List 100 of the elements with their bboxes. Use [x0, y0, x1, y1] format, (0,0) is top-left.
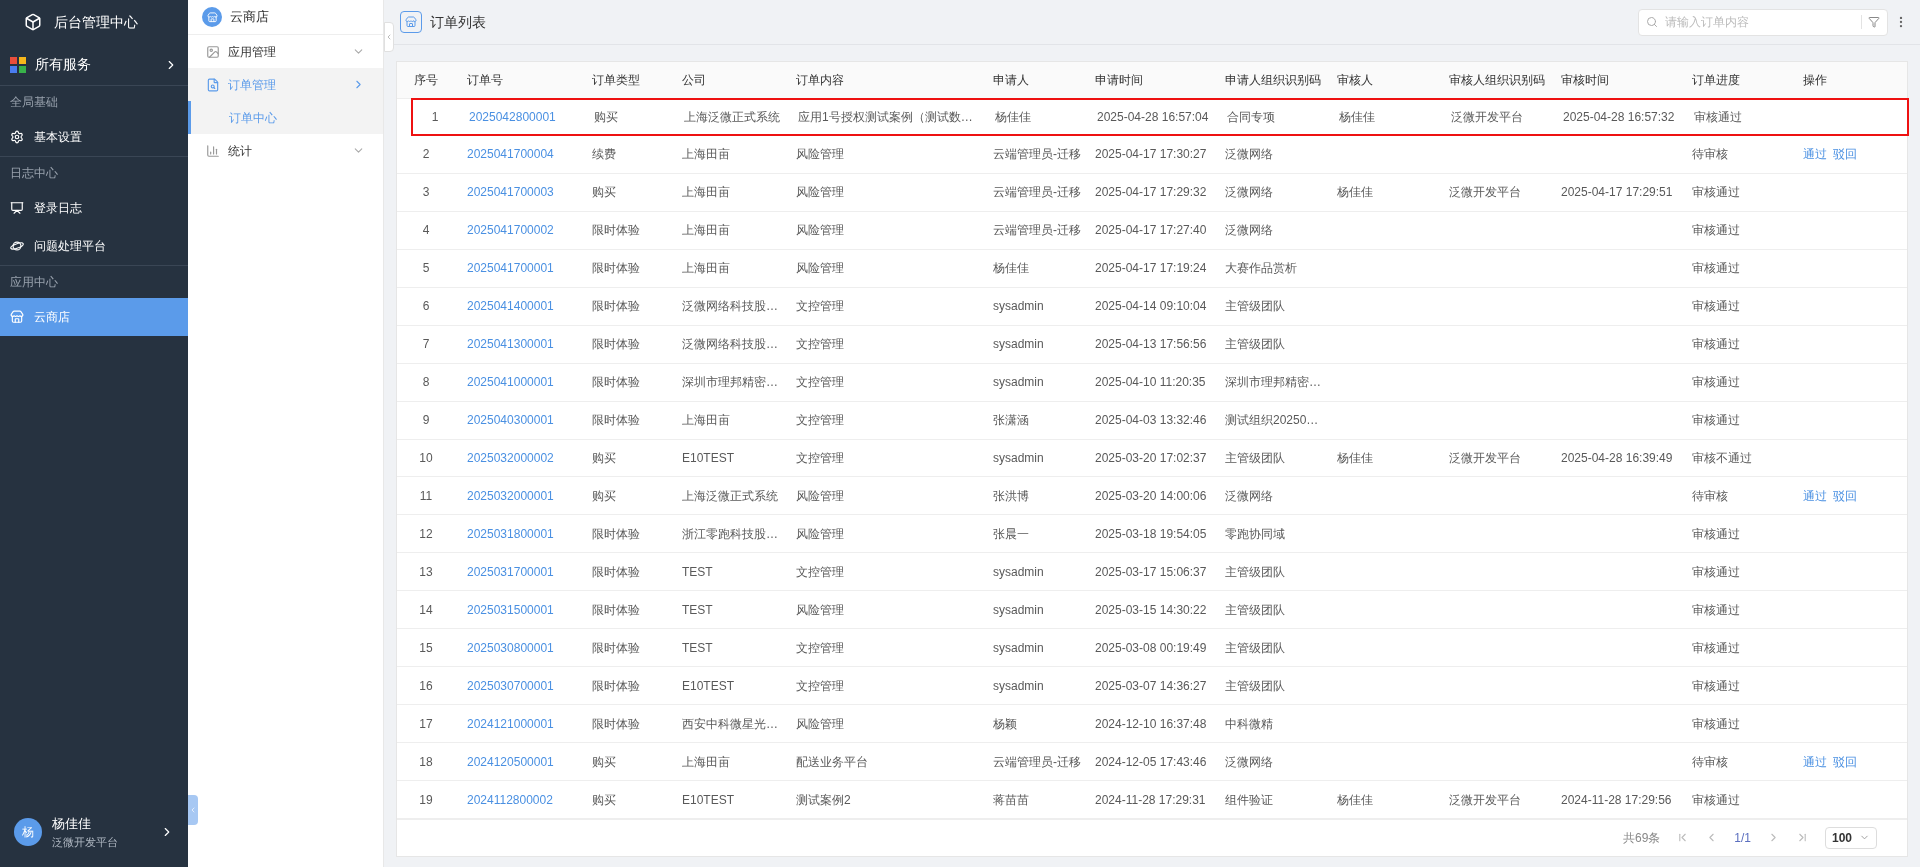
order-link[interactable]: 2025041700001 — [455, 259, 580, 278]
store-icon — [400, 11, 422, 33]
section-label: 日志中心 — [9, 165, 59, 182]
table-cell-text: 待审核 — [1691, 487, 1729, 505]
table-cell-text: 主管级团队 — [1224, 336, 1286, 354]
store-badge-icon — [202, 7, 222, 27]
table-cell-text: TEST — [681, 563, 714, 581]
user-name: 杨佳佳 — [52, 815, 92, 833]
table-cell-text: E10TEST — [681, 791, 736, 809]
table-cell-text: 购买 — [591, 487, 617, 505]
table-cell-text: 6 — [421, 298, 431, 316]
sidebar-item[interactable]: 登录日志 — [0, 189, 188, 227]
planet-icon — [10, 239, 24, 253]
sidebar-item[interactable]: 问题处理平台 — [0, 227, 188, 265]
table-cell-text: 2025-03-15 14:30:22 — [1094, 601, 1208, 619]
table-cell-text: 审核通过 — [1691, 412, 1741, 430]
order-link[interactable]: 2025041000001 — [455, 373, 580, 392]
search-field[interactable]: 请输入订单内容 — [1638, 8, 1888, 36]
page-size-select[interactable]: 100 — [1825, 826, 1877, 849]
table-cell-text: 限时体验 — [591, 563, 641, 581]
order-link[interactable]: 2024121000001 — [455, 714, 580, 733]
table-cell-text: 零跑协同域 — [1224, 525, 1286, 543]
action-link[interactable]: 驳回 — [1833, 486, 1857, 505]
grid-icon — [10, 56, 26, 73]
order-link[interactable]: 2025041400001 — [455, 297, 580, 316]
order-link[interactable]: 2025031800001 — [455, 524, 580, 543]
subnav-item[interactable]: 应用管理 — [188, 35, 383, 68]
order-link[interactable]: 2025041700002 — [455, 221, 580, 240]
table-cell-text: 2025-04-13 17:56:56 — [1094, 336, 1208, 354]
table-cell-text: 上海泛微正式系统 — [683, 108, 781, 126]
table-cell-text: 18 — [418, 753, 434, 771]
table-cell-text: 购买 — [591, 791, 617, 809]
table-cell-text: 审核通过 — [1693, 108, 1743, 126]
table-cell-text: E10TEST — [681, 677, 736, 695]
table-cell-text: E10TEST — [681, 450, 736, 467]
table-cell-text: 风险管理 — [795, 184, 845, 202]
sidebar-item[interactable]: 基本设置 — [0, 118, 188, 156]
table-cell-text: 泛微开发平台 — [1450, 108, 1524, 126]
table-cell-text: 16 — [418, 677, 434, 695]
total-count: 共69条 — [1622, 829, 1661, 847]
table-cell-text: 2 — [421, 146, 431, 164]
action-link[interactable]: 驳回 — [1833, 145, 1857, 164]
table-cell-text: 审核通过 — [1691, 525, 1741, 543]
table-cell-text: 2025-04-03 13:32:46 — [1094, 412, 1208, 430]
table-cell-text: 审核通过 — [1691, 336, 1741, 354]
all-services-button[interactable]: 所有服务 — [0, 44, 188, 86]
order-link[interactable]: 2025031700001 — [455, 562, 580, 581]
table-cell-text: 限时体验 — [591, 374, 641, 392]
sidebar-item[interactable]: 云商店 — [0, 298, 188, 336]
table-cell-text: 2024-11-28 17:29:56 — [1560, 791, 1673, 809]
table-cell-text: 限时体验 — [591, 525, 641, 543]
table-cell-text: 2025-04-14 09:10:04 — [1094, 298, 1208, 316]
table-cell-text: 云端管理员-迁移 — [992, 753, 1082, 771]
subnav-item[interactable]: 订单管理 — [188, 68, 383, 101]
table-cell-text: 杨颖 — [992, 715, 1018, 733]
order-link[interactable]: 2025030800001 — [455, 638, 580, 657]
table-cell-text: 泛微网络 — [1224, 184, 1274, 202]
table-cell-text: 主管级团队 — [1224, 563, 1286, 581]
table-cell-text: 杨佳佳 — [1338, 108, 1376, 126]
action-link[interactable]: 驳回 — [1833, 752, 1857, 771]
table-cell-text: 文控管理 — [795, 677, 845, 695]
collapse-handle[interactable] — [384, 22, 394, 52]
chart-icon — [10, 201, 24, 215]
order-link[interactable]: 2025031500001 — [455, 600, 580, 619]
gear-icon — [10, 130, 24, 144]
order-link[interactable]: 2025040300001 — [455, 411, 580, 430]
action-link[interactable]: 通过 — [1803, 486, 1827, 505]
table-cell-text: 主管级团队 — [1224, 601, 1286, 619]
table-cell-text: sysadmin — [992, 298, 1045, 316]
table-cell-text: 张洪博 — [992, 487, 1030, 505]
action-link[interactable]: 通过 — [1803, 145, 1827, 164]
order-link[interactable]: 2025032000002 — [455, 449, 580, 467]
order-link[interactable]: 2025032000001 — [455, 486, 580, 505]
table-cell-text: 泛微网络 — [1224, 146, 1274, 164]
order-link[interactable]: 2024120500001 — [455, 752, 580, 771]
table-cell-text: 限时体验 — [591, 222, 641, 240]
order-link[interactable]: 2024112800002 — [455, 790, 580, 809]
collapse-handle[interactable] — [188, 795, 198, 825]
table-cell-text: 泛微开发平台 — [1448, 450, 1522, 467]
subnav-item[interactable]: 统计 — [188, 134, 383, 167]
subnav-subitem[interactable]: 订单中心 — [188, 101, 383, 134]
order-link[interactable]: 2025030700001 — [455, 676, 580, 695]
order-link[interactable]: 2025042800001 — [457, 107, 596, 126]
table-cell-text: sysadmin — [992, 601, 1045, 619]
table-cell-text: TEST — [681, 601, 714, 619]
table-cell-text: 限时体验 — [591, 601, 641, 619]
table-cell-text: sysadmin — [992, 677, 1045, 695]
table-cell-text: 13 — [418, 563, 434, 581]
table-cell-text: 主管级团队 — [1224, 298, 1286, 316]
order-link[interactable]: 2025041700004 — [455, 145, 580, 164]
order-link[interactable]: 2025041300001 — [455, 335, 580, 354]
action-link[interactable]: 通过 — [1803, 752, 1827, 771]
column-header: 申请时间 — [1094, 71, 1144, 89]
table-cell-text: 文控管理 — [795, 450, 845, 467]
table-cell-text: 2025-04-17 17:29:32 — [1094, 184, 1208, 202]
filter-icon[interactable] — [1868, 15, 1880, 28]
column-header: 订单进度 — [1691, 71, 1741, 89]
order-link[interactable]: 2025041700003 — [455, 183, 580, 202]
column-header: 审核人组织识别码 — [1448, 71, 1546, 89]
table-cell-text: 4 — [421, 222, 431, 240]
